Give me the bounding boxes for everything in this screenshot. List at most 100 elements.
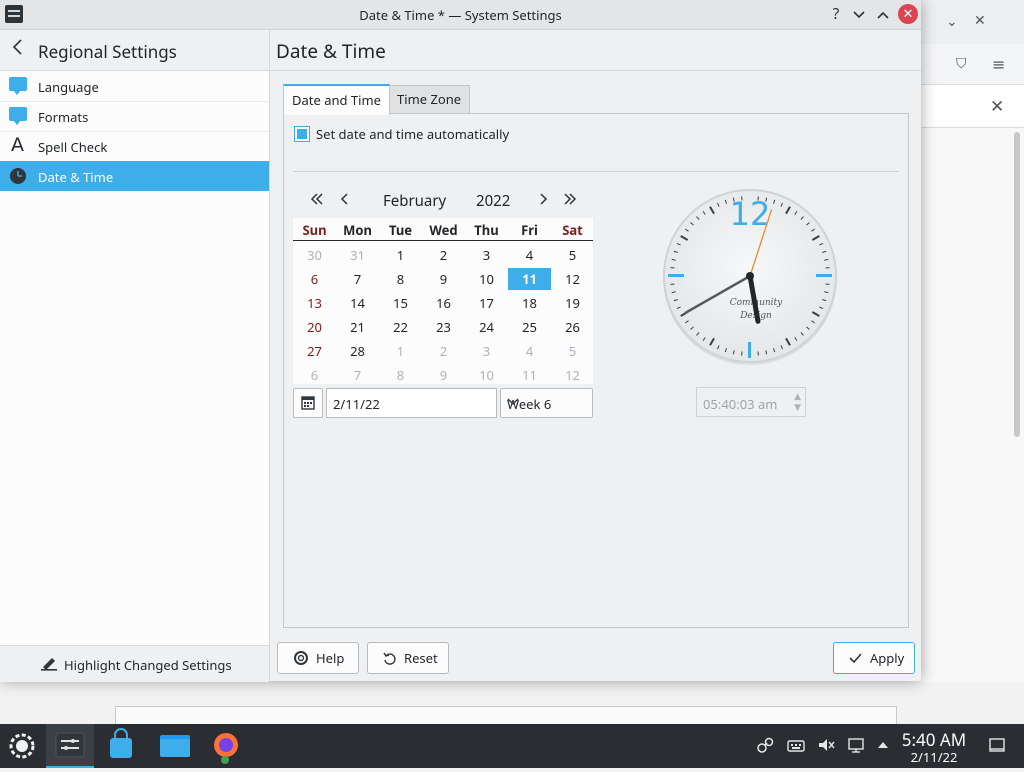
date-input[interactable]: 2/11/22 [326, 388, 497, 418]
undo-icon [380, 643, 398, 673]
window-titlebar[interactable]: Date & Time * — System Settings ? ✕ [0, 0, 921, 30]
reset-button[interactable]: Reset [367, 642, 449, 674]
calendar-day-cell[interactable]: 31 [336, 244, 379, 266]
time-spinner[interactable]: ▲▼ [794, 390, 801, 412]
calendar-day-cell[interactable]: 28 [336, 340, 379, 362]
calendar-day-cell[interactable]: 19 [551, 292, 594, 314]
calendar-day-cell[interactable]: 9 [422, 268, 465, 290]
help-icon[interactable]: ? [826, 4, 846, 24]
auto-date-time-label[interactable]: Set date and time automatically [316, 125, 509, 143]
maximize-button[interactable] [873, 4, 893, 24]
task-firefox[interactable] [202, 724, 250, 768]
calendar-day-cell[interactable]: 2 [422, 244, 465, 266]
help-button[interactable]: Help [277, 642, 359, 674]
calendar-day-cell[interactable]: 7 [336, 268, 379, 290]
calendar-day-cell[interactable]: 6 [293, 364, 336, 386]
task-file-manager[interactable] [150, 724, 198, 768]
application-launcher[interactable] [0, 724, 48, 768]
date-input-value: 2/11/22 [333, 395, 380, 413]
calendar-day-cell[interactable]: 4 [508, 244, 551, 266]
calendar-day-cell[interactable]: 20 [293, 316, 336, 338]
calendar-day-cell[interactable]: 11 [508, 364, 551, 386]
week-select[interactable]: Week 6 [500, 388, 593, 418]
calendar-day-cell[interactable]: 1 [379, 244, 422, 266]
show-desktop-icon[interactable] [988, 736, 1006, 759]
sidebar-item-date-time[interactable]: Date & Time [0, 161, 269, 191]
highlight-changed-settings-button[interactable]: Highlight Changed Settings [0, 645, 269, 682]
calendar-day-cell[interactable]: 10 [465, 364, 508, 386]
calendar-day-cell[interactable]: 27 [293, 340, 336, 362]
previous-year-button[interactable] [310, 189, 324, 211]
calendar-day-cell[interactable]: 1 [379, 340, 422, 362]
calendar-day-cell[interactable]: 9 [422, 364, 465, 386]
previous-month-button[interactable] [340, 189, 350, 211]
sidebar-item-formats[interactable]: Formats [0, 101, 269, 132]
calendar-day-cell[interactable]: 16 [422, 292, 465, 314]
hamburger-menu-icon[interactable]: ≡ [992, 53, 1005, 75]
calendar-day-header: Sat [551, 221, 594, 239]
calendar-day-cell[interactable]: 10 [465, 268, 508, 290]
year-label[interactable]: 2022 [476, 191, 510, 211]
pocket-icon[interactable]: ⛉ [956, 54, 967, 73]
calendar-day-cell[interactable]: 18 [508, 292, 551, 314]
calendar-day-header: Mon [336, 221, 379, 239]
calendar-day-cell[interactable]: 14 [336, 292, 379, 314]
close-icon[interactable]: ✕ [990, 94, 1004, 117]
browser-scrollbar[interactable] [1014, 132, 1020, 437]
minimize-button[interactable] [849, 4, 869, 24]
calendar-day-cell[interactable]: 24 [465, 316, 508, 338]
sidebar-item-spell-check[interactable]: A Spell Check [0, 131, 269, 162]
firefox-icon [202, 724, 250, 768]
apply-button[interactable]: Apply [833, 642, 915, 674]
network-wired-icon[interactable] [847, 736, 865, 759]
calendar-day-cell[interactable]: 7 [336, 364, 379, 386]
calendar-day-cell[interactable]: 8 [379, 268, 422, 290]
system-tray-expand-icon[interactable] [876, 736, 890, 759]
sidebar-item-language[interactable]: Language [0, 71, 269, 102]
tab-date-and-time[interactable]: Date and Time [283, 84, 390, 115]
chevron-down-icon[interactable]: ⌄ [946, 12, 958, 31]
calendar-day-cell[interactable]: 12 [551, 268, 594, 290]
calendar-day-cell[interactable]: 3 [465, 244, 508, 266]
next-year-button[interactable] [563, 189, 577, 211]
calendar-day-cell[interactable]: 15 [379, 292, 422, 314]
auto-date-time-checkbox[interactable] [294, 126, 310, 142]
task-system-settings[interactable] [46, 724, 94, 768]
calendar-day-cell[interactable]: 26 [551, 316, 594, 338]
calendar-day-cell[interactable]: 30 [293, 244, 336, 266]
volume-muted-icon[interactable] [817, 736, 835, 759]
date-picker-button[interactable] [293, 388, 323, 418]
calendar-day-cell[interactable]: 13 [293, 292, 336, 314]
calendar-day-cell[interactable]: 5 [551, 244, 594, 266]
calendar-day-header: Wed [422, 221, 465, 239]
calendar-day-cell[interactable]: 11 [508, 268, 551, 290]
background-window-strip [0, 682, 1024, 724]
calendar-day-cell[interactable]: 12 [551, 364, 594, 386]
close-icon[interactable]: ✕ [974, 11, 986, 30]
taskbar-clock[interactable]: 5:40 AM 2/11/22 [898, 730, 970, 764]
calendar-day-cell[interactable]: 5 [551, 340, 594, 362]
calendar-day-cell[interactable]: 22 [379, 316, 422, 338]
task-discover[interactable] [98, 724, 146, 768]
calendar-day-cell[interactable]: 23 [422, 316, 465, 338]
calendar-day-cell[interactable]: 4 [508, 340, 551, 362]
sidebar-item-label: Date & Time [38, 168, 113, 186]
sidebar-title[interactable]: Regional Settings [38, 40, 177, 63]
steam-deck-logo-icon [0, 724, 48, 768]
month-label[interactable]: February [383, 191, 446, 211]
next-month-button[interactable] [538, 189, 548, 211]
time-input[interactable]: 05:40:03 am ▲▼ [696, 387, 806, 417]
network-steam-icon[interactable] [756, 736, 774, 759]
calendar-day-cell[interactable]: 3 [465, 340, 508, 362]
nine-oclock-marker [668, 274, 684, 277]
keyboard-icon[interactable] [787, 736, 805, 759]
tab-time-zone[interactable]: Time Zone [388, 85, 470, 114]
calendar-day-cell[interactable]: 21 [336, 316, 379, 338]
calendar-day-cell[interactable]: 6 [293, 268, 336, 290]
close-button[interactable]: ✕ [898, 4, 918, 24]
calendar-day-cell[interactable]: 8 [379, 364, 422, 386]
calendar-day-cell[interactable]: 25 [508, 316, 551, 338]
back-arrow-icon[interactable] [12, 38, 22, 62]
calendar-day-cell[interactable]: 2 [422, 340, 465, 362]
calendar-day-cell[interactable]: 17 [465, 292, 508, 314]
